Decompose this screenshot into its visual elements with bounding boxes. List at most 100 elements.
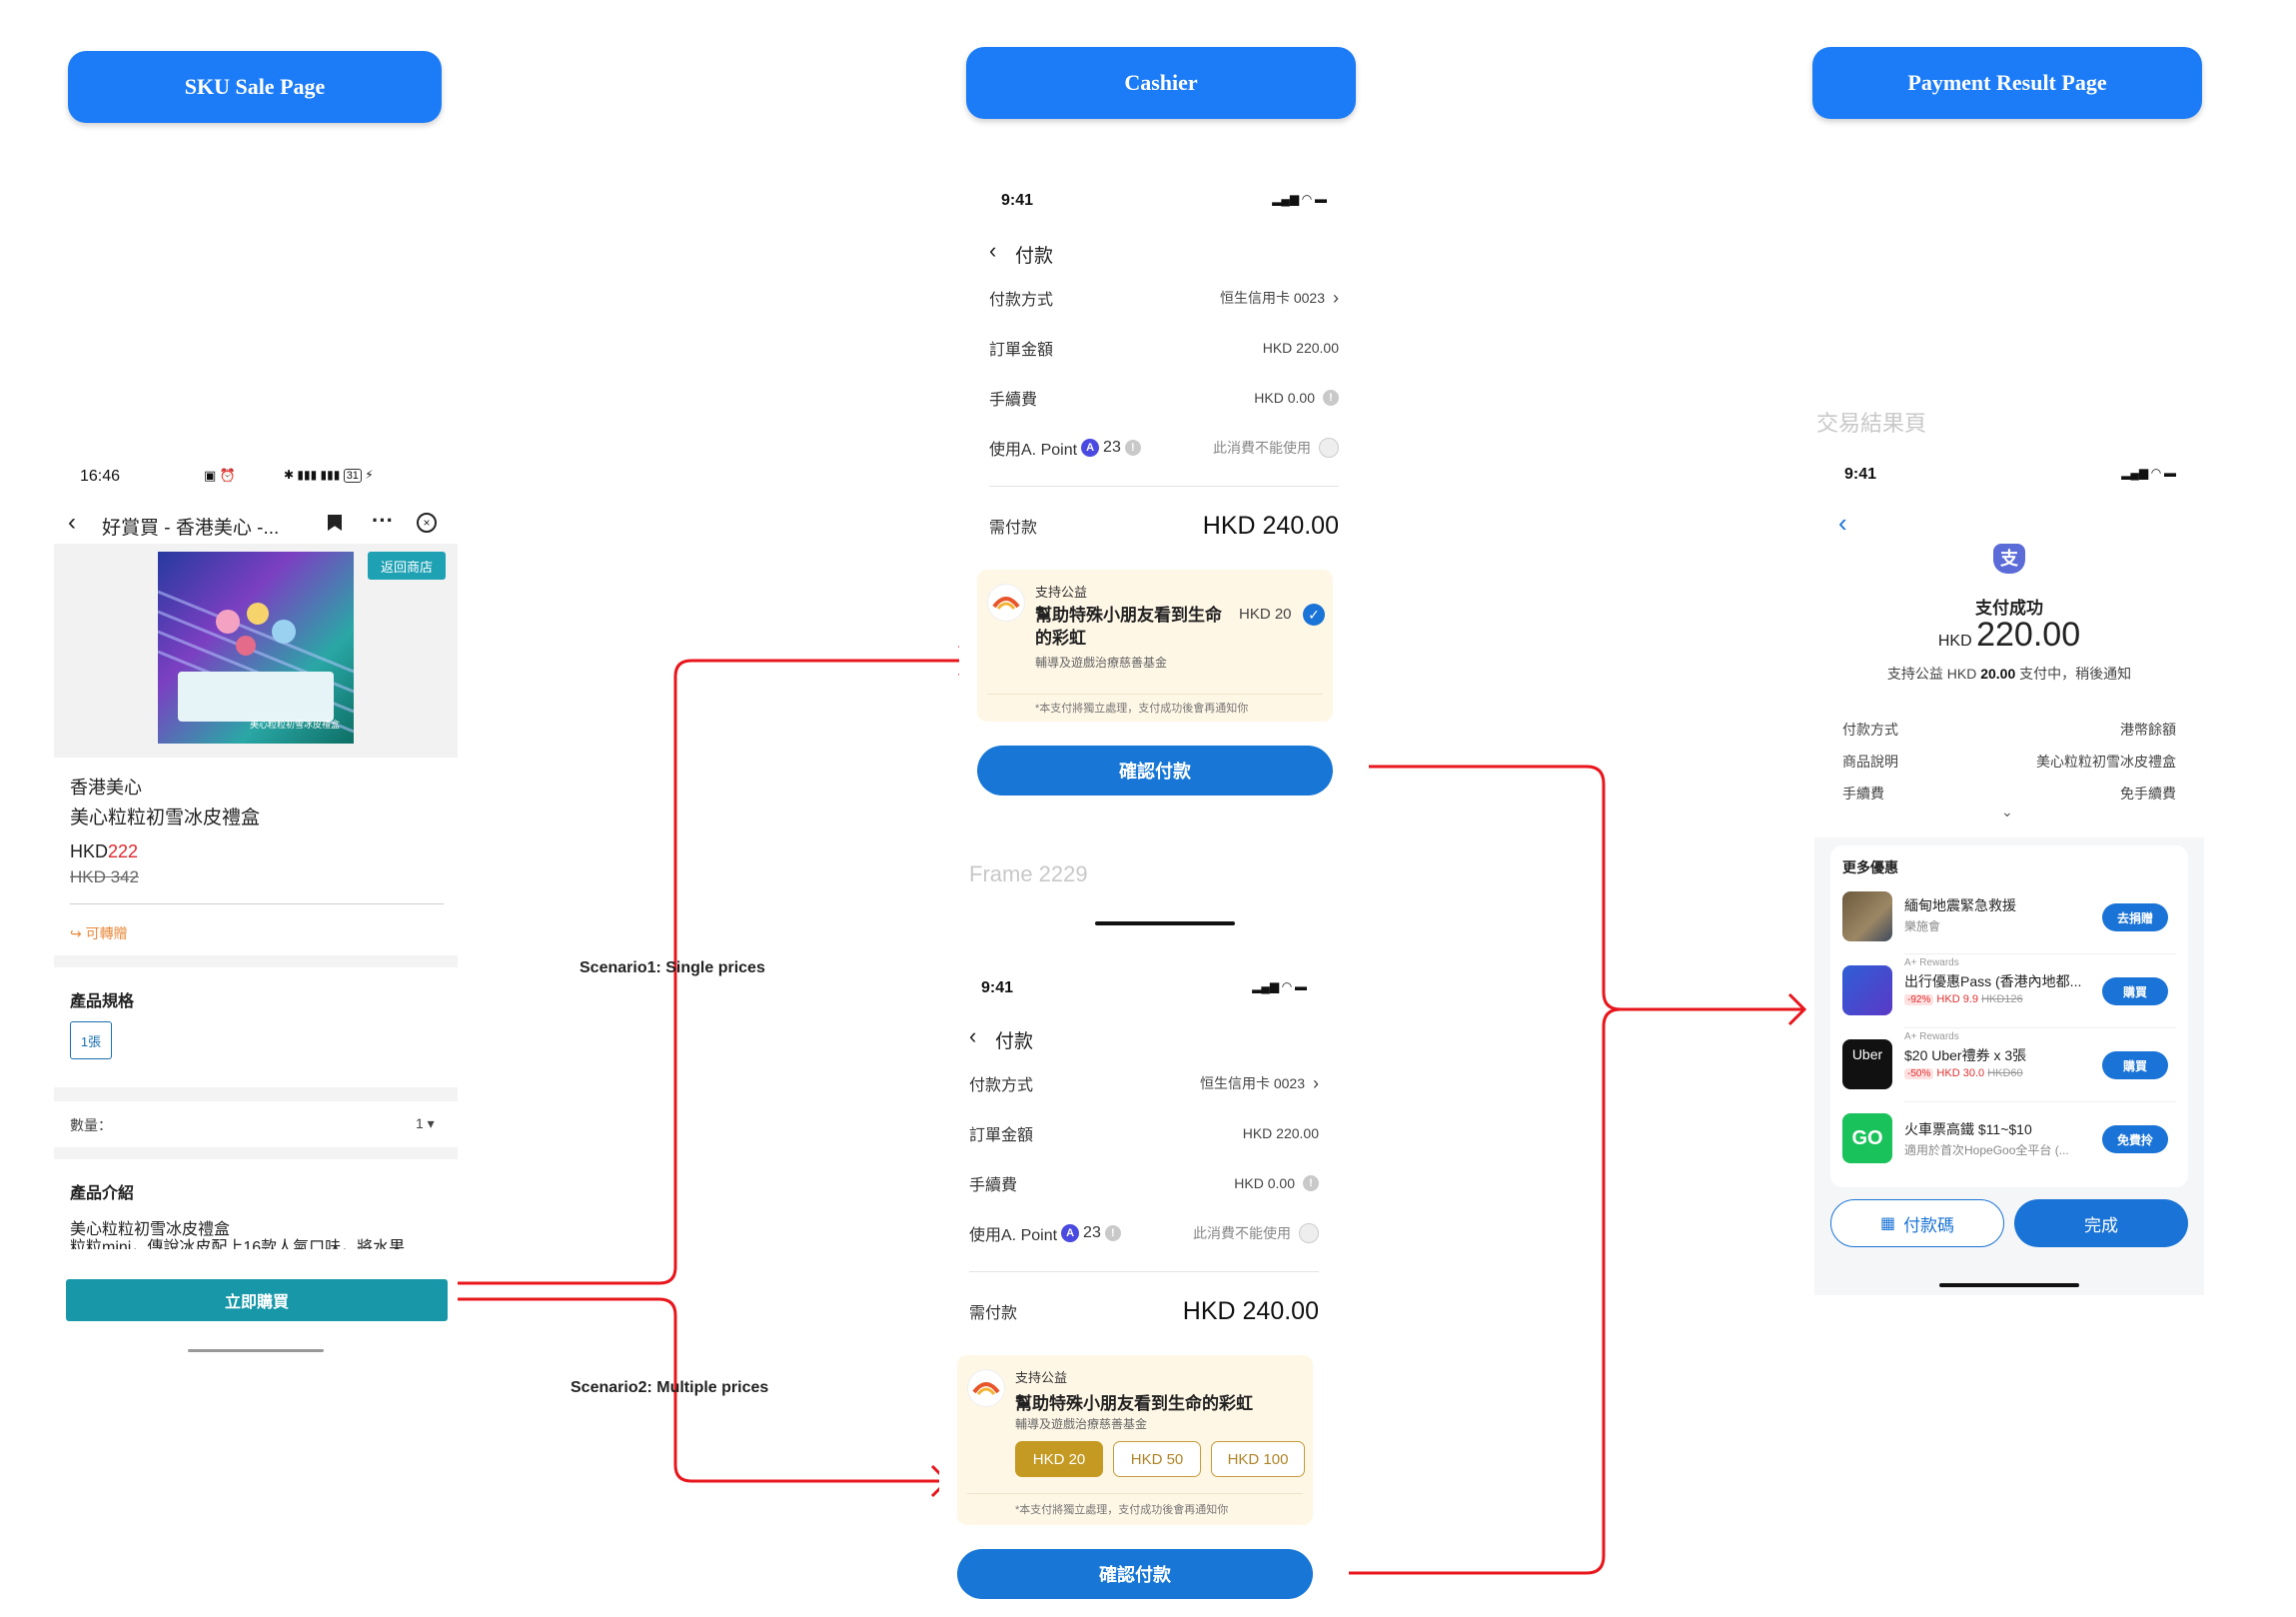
status-bar: 9:41 ▂▄▆ ◠ ▬ <box>959 192 1369 232</box>
amount-chip-20[interactable]: HKD 20 <box>1015 1441 1103 1477</box>
sale-price: HKD 30.0 <box>1936 1067 1985 1079</box>
pay-method-value: 恒生信用卡 0023 <box>1219 290 1325 306</box>
confirm-payment-button[interactable]: 確認付款 <box>977 746 1333 796</box>
home-indicator <box>1939 1283 2079 1287</box>
spec-title: 產品規格 <box>70 993 135 1010</box>
amount-value: 220.00 <box>1976 616 2081 654</box>
box-label: 美心粒粒初雪冰皮禮盒 <box>250 720 341 730</box>
charity-logo-art <box>992 597 1020 610</box>
info-icon[interactable]: ! <box>1124 440 1141 456</box>
offer-item-uber: Uber A+ Rewards $20 Uber禮券 x 3張 -50% HKD… <box>1842 1027 2176 1101</box>
result-row-method: 付款方式 港幣餘額 <box>1842 720 2176 740</box>
back-icon[interactable]: ‹ <box>68 509 76 537</box>
amount-currency: HKD <box>1937 633 1972 650</box>
support-suffix: 支付中，稍後通知 <box>2015 666 2132 682</box>
quantity-value: 1 <box>416 1115 424 1131</box>
charity-title: 幫助特殊小朋友看到生命的彩虹 <box>1015 1394 1253 1413</box>
apoint-row: 使用A. Point A 23! 此消費不能使用 <box>969 1221 1319 1245</box>
home-indicator <box>188 1349 324 1352</box>
donate-button[interactable]: 去捐贈 <box>2102 903 2168 931</box>
apoint-toggle[interactable] <box>1319 438 1339 458</box>
price-value: 222 <box>108 841 139 861</box>
info-icon[interactable]: ! <box>1104 1225 1121 1241</box>
row-label: 手續費 <box>1842 786 1884 802</box>
offer-thumb <box>1842 891 1892 941</box>
back-icon[interactable]: ‹ <box>969 1023 976 1049</box>
status-signal-icon: ▂▄▆ ◠ ▬ <box>1252 979 1307 993</box>
charity-subtitle: 輔導及遊戲治療慈善基金 <box>1015 1417 1148 1431</box>
close-icon[interactable]: × <box>417 513 437 533</box>
support-amount: 20.00 <box>1980 666 2016 682</box>
back-icon[interactable]: ‹ <box>1838 508 1847 539</box>
charity-logo <box>967 1369 1005 1407</box>
offer-thumb: GO <box>1842 1113 1892 1163</box>
order-amount-value: HKD 220.00 <box>1262 340 1339 356</box>
quantity-select[interactable]: 1 ▾ <box>416 1115 435 1132</box>
info-icon[interactable]: ! <box>1323 390 1339 406</box>
row-label: 付款方式 <box>1842 722 1898 738</box>
divider <box>70 903 444 904</box>
confirm-payment-button[interactable]: 確認付款 <box>957 1549 1313 1599</box>
section-gap <box>54 955 458 967</box>
pay-method-row[interactable]: 付款方式 恒生信用卡 0023 › <box>969 1071 1319 1095</box>
apoint-toggle[interactable] <box>1299 1223 1319 1243</box>
buy-button[interactable]: 購買 <box>2102 977 2168 1005</box>
original-price: HKD 342 <box>70 867 139 886</box>
cashier-phone-multiple: 9:41 ▂▄▆ ◠ ▬ ‹ 付款 付款方式 恒生信用卡 0023 › 訂單金額 … <box>939 957 1349 1617</box>
amount-chip-50[interactable]: HKD 50 <box>1113 1441 1201 1477</box>
intro-line1: 美心粒粒初雪冰皮禮盒 <box>70 1221 231 1238</box>
apoint-value: 23 <box>1103 439 1121 456</box>
pay-method-value: 恒生信用卡 0023 <box>1199 1075 1305 1091</box>
order-amount-row: 訂單金額 HKD 220.00 <box>969 1121 1319 1145</box>
rewards-tag: A+ Rewards <box>1904 1031 1959 1042</box>
transferable-tag: ↪ 可轉贈 <box>70 925 128 941</box>
scenario2-label: Scenario2: Multiple prices <box>571 1379 769 1396</box>
bookmark-icon[interactable] <box>328 515 342 531</box>
nav-title: 好賞買 - 香港美心 -... <box>102 518 280 539</box>
sku-phone: 16:46 ▣ ⏰ ✱ ▮▮▮ ▮▮▮ 31 ⚡ ‹ 好賞買 - 香港美心 -.… <box>54 448 458 1357</box>
pay-method-row[interactable]: 付款方式 恒生信用卡 0023 › <box>989 286 1339 310</box>
discount-badge: -50% <box>1904 1068 1934 1079</box>
claim-free-button[interactable]: 免費拎 <box>2102 1125 2168 1153</box>
buy-button[interactable]: 購買 <box>2102 1051 2168 1079</box>
chevron-down-icon[interactable]: ⌄ <box>2001 804 2013 820</box>
apoint-unavailable: 此消費不能使用 <box>1213 440 1311 456</box>
charity-logo <box>987 584 1025 622</box>
divider <box>987 694 1323 695</box>
product-image: 美心粒粒初雪冰皮禮盒 <box>157 552 355 744</box>
more-icon[interactable]: ··· <box>372 508 394 534</box>
more-offers-card: 更多優惠 緬甸地震緊急救援 樂施會 去捐贈 A+ Rewards 出行優惠Pas… <box>1830 845 2188 1187</box>
pay-code-button[interactable]: ▦ 付款碼 <box>1830 1199 2004 1247</box>
status-signal-icon: ▂▄▆ ◠ ▬ <box>1272 192 1327 206</box>
apoint-label: 使用A. Point <box>989 442 1078 459</box>
status-bar: 9:41 ▂▄▆ ◠ ▬ <box>1814 466 2204 506</box>
charity-tag: 支持公益 <box>1015 1370 1068 1385</box>
offer-price: -92% HKD 9.9 HKD126 <box>1904 993 2023 1005</box>
result-row-item: 商品說明 美心粒粒初雪冰皮禮盒 <box>1842 752 2176 772</box>
amount-chip-100[interactable]: HKD 100 <box>1211 1441 1305 1477</box>
offer-price: -50% HKD 30.0 HKD60 <box>1904 1067 2023 1079</box>
done-button[interactable]: 完成 <box>2014 1199 2188 1247</box>
result-phone: 9:41 ▂▄▆ ◠ ▬ ‹ 支 支付成功 HKD 220.00 支持公益 HK… <box>1814 448 2204 1295</box>
fee-value: HKD 0.00 <box>1254 390 1315 406</box>
charity-card: 支持公益 幫助特殊小朋友看到生命的彩虹 輔導及遊戲治療慈善基金 HKD 20 H… <box>957 1355 1313 1525</box>
product-name: 美心粒粒初雪冰皮禮盒 <box>70 808 261 828</box>
intro-title: 產品介紹 <box>70 1185 135 1202</box>
divider <box>989 486 1339 487</box>
check-icon[interactable]: ✓ <box>1303 604 1325 626</box>
rewards-tag: A+ Rewards <box>1904 957 1959 968</box>
charity-title: 幫助特殊小朋友看到生命的彩虹 <box>1035 606 1222 648</box>
info-icon[interactable]: ! <box>1303 1175 1319 1191</box>
buy-now-button[interactable]: 立即購買 <box>66 1279 448 1321</box>
payable-row: 需付款 HKD 240.00 <box>969 1293 1319 1329</box>
offer-item-pass: A+ Rewards 出行優惠Pass (香港內地都... -92% HKD 9… <box>1842 953 2176 1027</box>
back-icon[interactable]: ‹ <box>989 238 996 264</box>
back-to-store-button[interactable]: 返回商店 <box>368 552 446 580</box>
apoint-value: 23 <box>1083 1224 1101 1241</box>
page-title: 付款 <box>1015 246 1054 267</box>
spec-option[interactable]: 1張 <box>70 1021 112 1059</box>
charity-tag: 支持公益 <box>1035 585 1088 600</box>
offer-subtitle: 樂施會 <box>1904 919 1941 933</box>
fee-label: 手續費 <box>969 1177 1018 1194</box>
payable-label: 需付款 <box>989 520 1038 537</box>
